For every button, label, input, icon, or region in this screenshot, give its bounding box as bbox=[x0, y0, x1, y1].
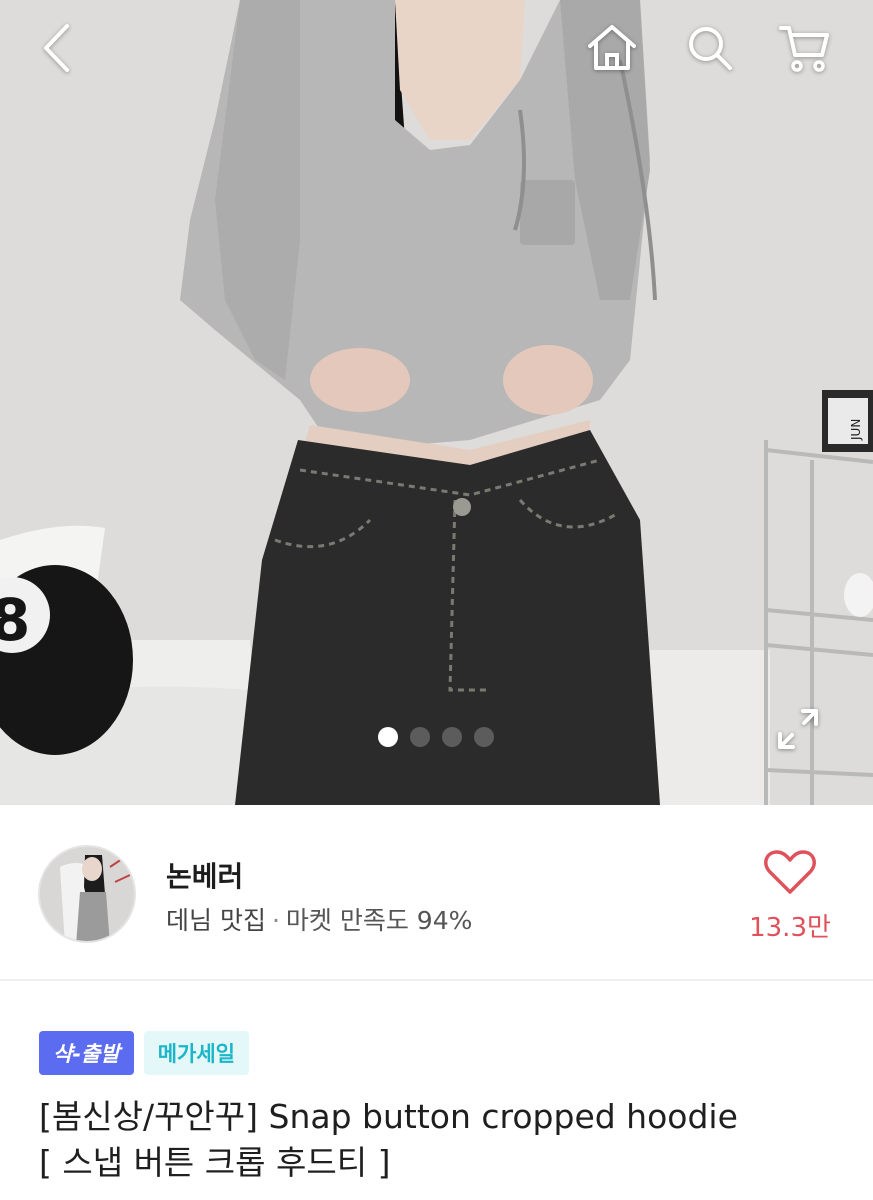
sale-badge: 메가세일 bbox=[143, 1031, 249, 1075]
back-button[interactable] bbox=[24, 18, 88, 82]
home-button[interactable] bbox=[580, 18, 644, 82]
heart-icon bbox=[740, 849, 840, 899]
shipping-badge: 샥-출발 bbox=[39, 1031, 134, 1075]
cart-button[interactable] bbox=[772, 18, 836, 82]
shop-name[interactable]: 논베러 bbox=[166, 855, 243, 895]
top-navigation-bar bbox=[0, 0, 873, 100]
product-title: [봄신상/꾸안꾸] Snap button cropped hoodie [ 스… bbox=[39, 1094, 859, 1186]
product-image-gallery[interactable]: 8 JUN bbox=[0, 0, 873, 805]
home-icon bbox=[586, 24, 638, 76]
market-satisfaction: 마켓 만족도 94% bbox=[285, 906, 473, 935]
expand-icon bbox=[776, 707, 820, 755]
expand-image-button[interactable] bbox=[770, 703, 826, 759]
like-count: 13.3만 bbox=[749, 913, 831, 943]
shop-subtitle: 데님 맛집 · 마켓 만족도 94% bbox=[166, 901, 472, 937]
svg-text:8: 8 bbox=[0, 586, 30, 654]
pagination-dot[interactable] bbox=[474, 727, 494, 747]
pagination-dot[interactable] bbox=[378, 727, 398, 747]
chevron-left-icon bbox=[41, 23, 71, 77]
shop-info: 논베러 데님 맛집 · 마켓 만족도 94% 13.3만 bbox=[0, 805, 873, 981]
shop-tag: 데님 맛집 bbox=[166, 906, 266, 935]
cart-icon bbox=[778, 23, 830, 77]
pagination-dot[interactable] bbox=[442, 727, 462, 747]
product-photo: 8 JUN bbox=[0, 0, 873, 805]
shop-avatar[interactable] bbox=[38, 845, 136, 943]
separator: · bbox=[271, 906, 280, 935]
gallery-pagination bbox=[378, 727, 494, 747]
product-title-line: [ 스냅 버튼 크롭 후드티 ] bbox=[39, 1143, 391, 1182]
svg-text:JUN: JUN bbox=[849, 419, 863, 441]
search-icon bbox=[686, 24, 734, 76]
pagination-dot[interactable] bbox=[410, 727, 430, 747]
product-badges: 샥-출발 메가세일 bbox=[39, 1031, 249, 1075]
product-title-line: [봄신상/꾸안꾸] Snap button cropped hoodie bbox=[39, 1097, 738, 1136]
like-button[interactable]: 13.3만 bbox=[740, 845, 840, 955]
search-button[interactable] bbox=[678, 18, 742, 82]
